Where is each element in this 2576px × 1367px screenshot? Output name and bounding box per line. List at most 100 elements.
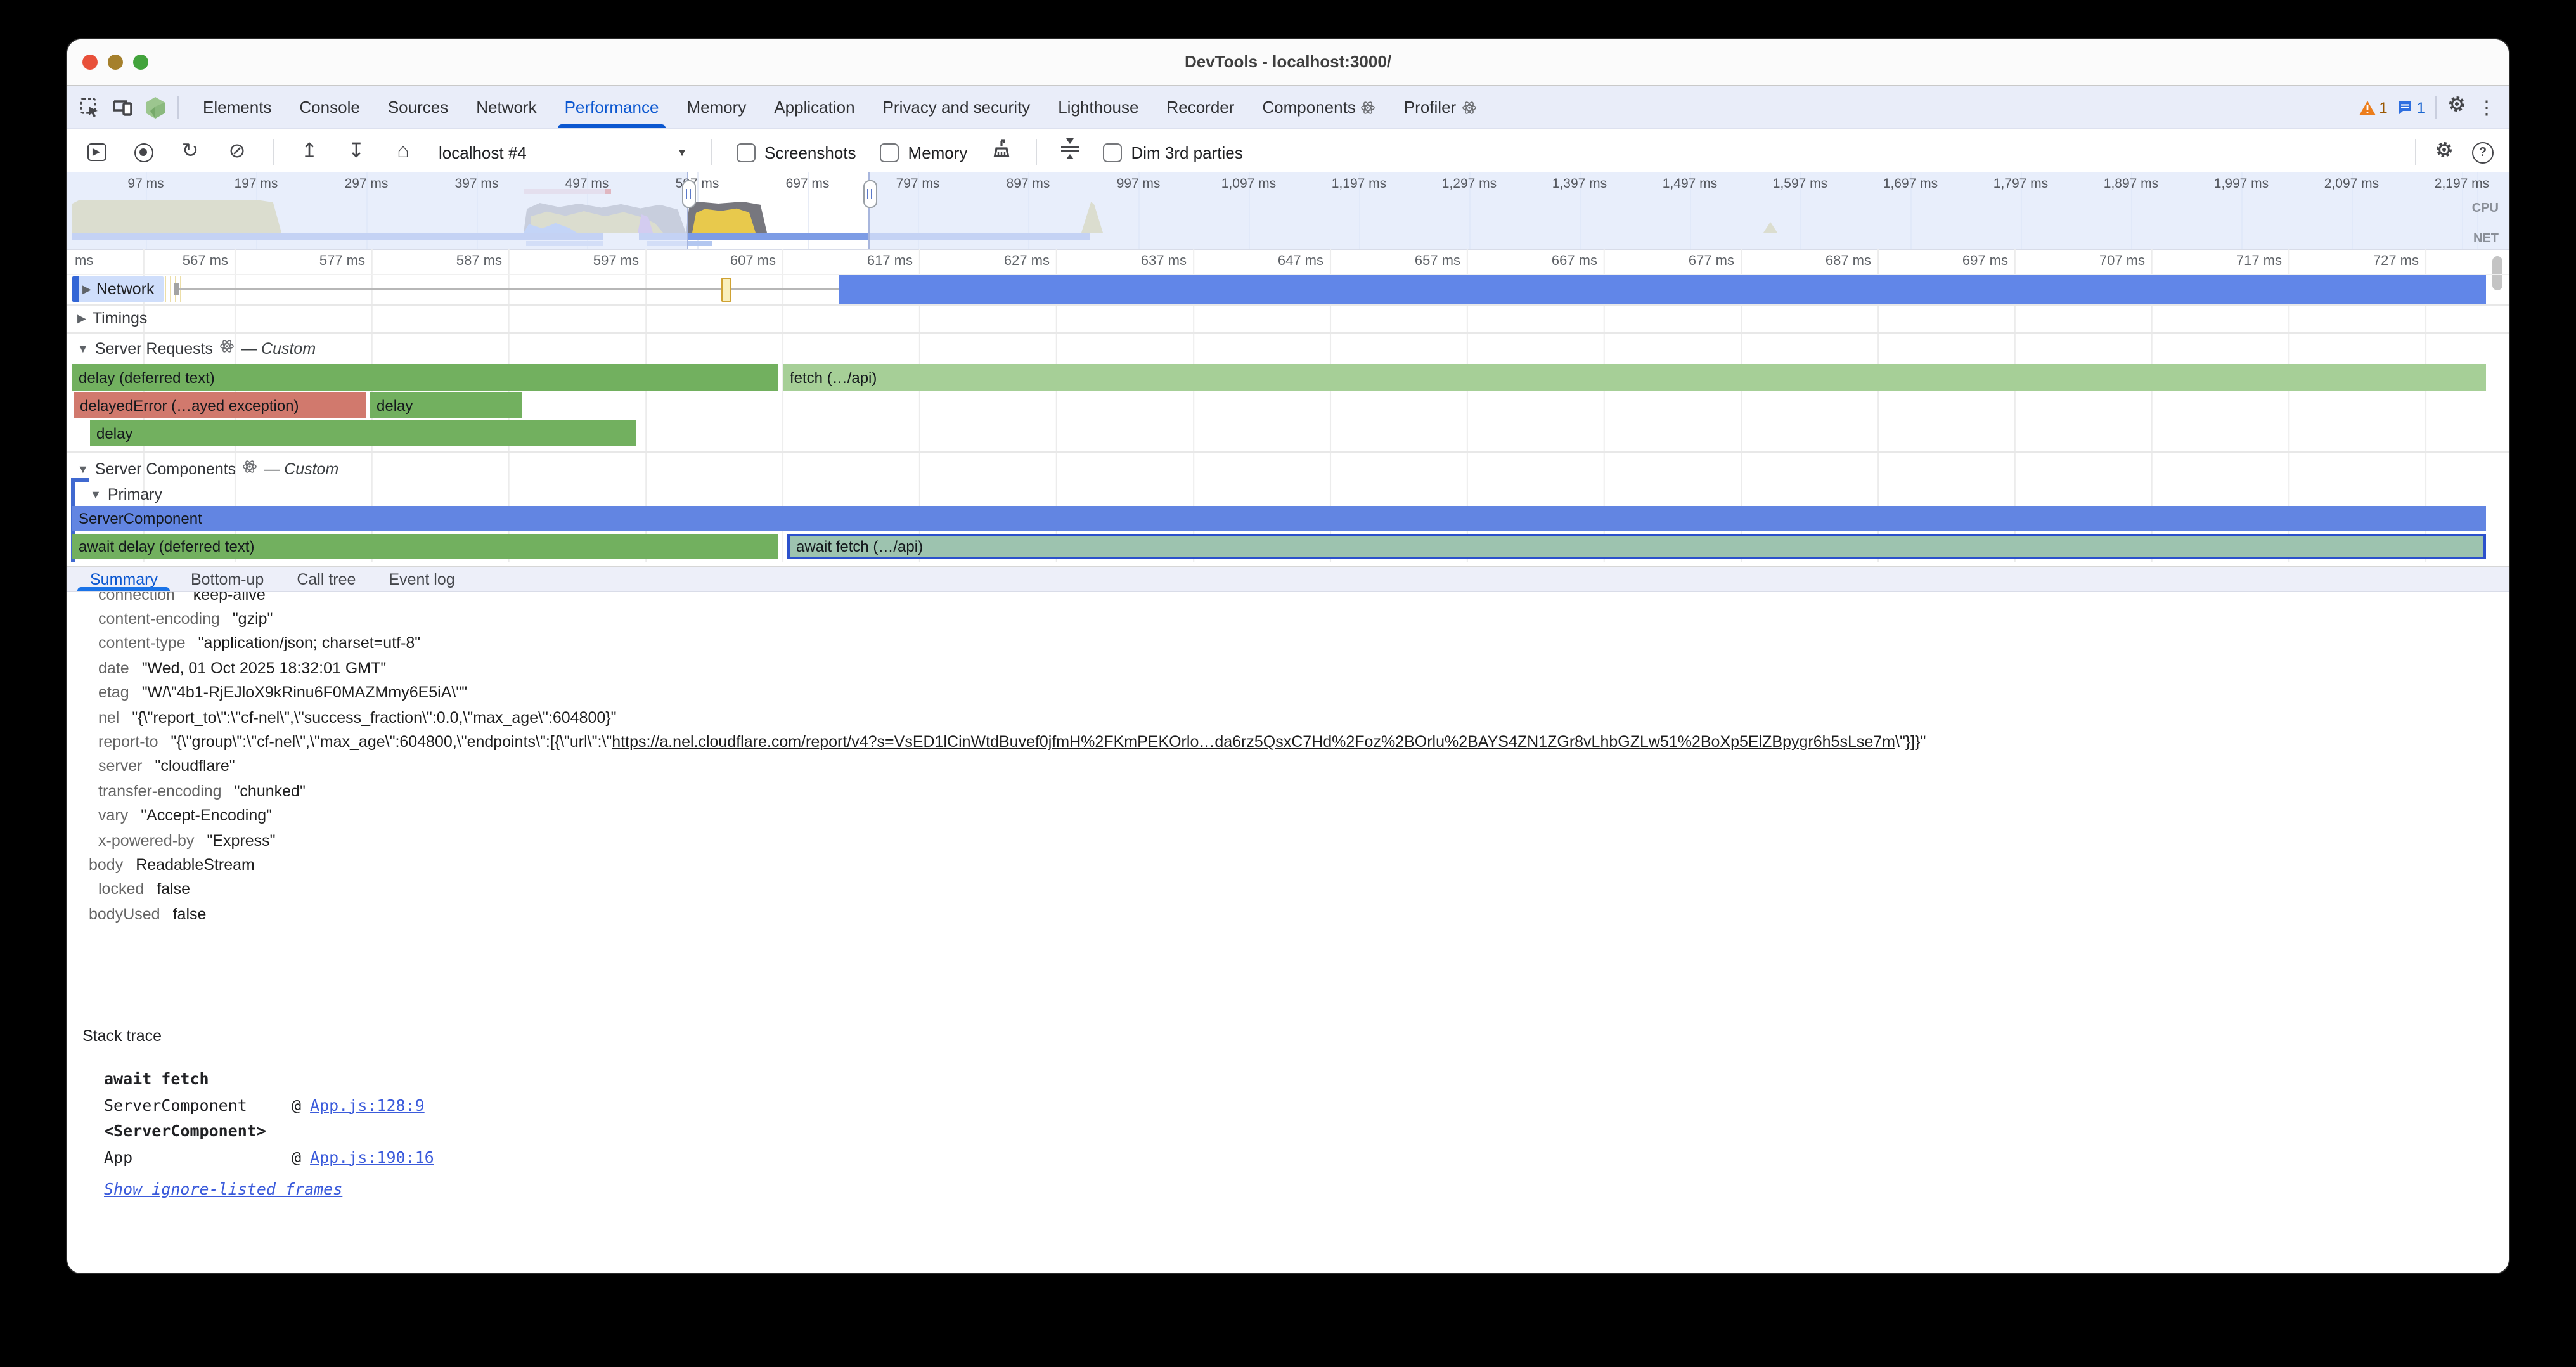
tab-memory[interactable]: Memory (673, 86, 760, 128)
tabbar-divider (2435, 96, 2437, 119)
flame-bar-delayederror-ayed-exception[interactable]: delayedError (…ayed exception) (74, 392, 366, 418)
details-tab-event-log[interactable]: Event log (372, 567, 471, 591)
tabbar-divider (177, 96, 179, 119)
flame-bar-await-delay-deferred-text[interactable]: await delay (deferred text) (72, 534, 778, 559)
timings-track-header[interactable]: ▶ Timings (77, 309, 147, 327)
tab-elements[interactable]: Elements (189, 86, 285, 128)
load-profile-icon[interactable]: ↥ (298, 141, 321, 164)
checkbox-box (880, 143, 899, 162)
details-tab-summary[interactable]: Summary (74, 567, 174, 591)
tab-components[interactable]: Components (1248, 86, 1389, 128)
collect-garbage-icon[interactable] (991, 139, 1012, 165)
overview-tick-label: 1,797 ms (1993, 176, 2048, 191)
tab-application[interactable]: Application (760, 86, 868, 128)
property-row: x-powered-by "Express" (67, 828, 2509, 853)
warning-count: 1 (2379, 98, 2387, 116)
details-tab-bottom-up[interactable]: Bottom-up (174, 567, 280, 591)
ruler-tick-label: 697 ms (1962, 254, 2008, 269)
primary-subtrack-header[interactable]: ▼ Primary (90, 486, 162, 503)
live-metrics-icon[interactable]: ▶ (85, 141, 108, 164)
property-value: "Wed, 01 Oct 2025 18:32:01 GMT" (142, 659, 387, 677)
property-value: "cloudflare" (155, 758, 235, 775)
record-and-reload-icon[interactable]: ↻ (179, 141, 202, 164)
tab-console[interactable]: Console (285, 86, 373, 128)
selection-right-handle[interactable] (863, 180, 877, 208)
server-requests-track-header[interactable]: ▼ Server Requests — Custom (77, 339, 316, 358)
frame-source-link[interactable]: App.js:128:9 (310, 1095, 425, 1114)
network-marker[interactable] (721, 278, 731, 302)
timeline-overview[interactable]: 97 ms197 ms297 ms397 ms497 ms597 ms697 m… (67, 172, 2509, 250)
more-options-kebab-icon[interactable]: ⋮ (2477, 96, 2496, 119)
network-request-bar[interactable] (839, 274, 2486, 304)
frame-source-link[interactable]: App.js:190:16 (310, 1147, 434, 1166)
flame-chart-tracks[interactable]: ▶ Network ▶ Timings ▼ Server Requests (67, 274, 2509, 566)
flame-bar-delay[interactable]: delay (370, 392, 522, 418)
screenshots-checkbox[interactable]: Screenshots (737, 143, 856, 162)
property-name: locked (98, 881, 144, 898)
tab-network[interactable]: Network (462, 86, 550, 128)
flame-bar-servercomponent[interactable]: ServerComponent (72, 506, 2486, 531)
show-ignore-listed-frames-link[interactable]: Show ignore-listed frames (104, 1180, 342, 1199)
custom-suffix: — Custom (264, 460, 338, 477)
help-icon[interactable]: ? (2472, 141, 2494, 163)
server-components-track-header[interactable]: ▼ Server Components — Custom (77, 459, 338, 478)
tab-sources[interactable]: Sources (374, 86, 462, 128)
react-atom-icon (1361, 100, 1376, 115)
frame-function: await fetch (104, 1069, 292, 1088)
details-tab-call-tree[interactable]: Call tree (280, 567, 372, 591)
tab-label: Profiler (1404, 98, 1456, 117)
network-track-header[interactable]: ▶ Network (72, 276, 164, 302)
tab-label: Performance (565, 98, 659, 117)
flame-bar-delay[interactable]: delay (90, 420, 636, 446)
property-row: etag"W/\"4b1-RjEJloX9kRinu6F0MAZMmy6E5iA… (67, 680, 2509, 705)
overview-tick-label: 197 ms (235, 176, 278, 191)
selection-left-handle[interactable] (681, 180, 695, 208)
network-track-label: Network (96, 280, 155, 298)
tab-lighthouse[interactable]: Lighthouse (1044, 86, 1152, 128)
property-value: false (157, 881, 190, 898)
home-icon[interactable]: ⌂ (392, 141, 415, 164)
flame-bar-delay-deferred-text[interactable]: delay (deferred text) (72, 364, 778, 391)
dim-3rd-parties-checkbox[interactable]: Dim 3rd parties (1103, 143, 1242, 162)
devtools-window: DevTools - localhost:3000/ (67, 39, 2509, 1273)
overview-tick-label: 797 ms (896, 176, 940, 191)
capture-settings-gear-icon[interactable] (2434, 139, 2454, 165)
collapsed-triangle-icon: ▶ (77, 311, 86, 325)
frame-at: @ (292, 1147, 301, 1166)
tab-recorder[interactable]: Recorder (1152, 86, 1248, 128)
flame-bar-fetch-api[interactable]: fetch (…/api) (783, 364, 2486, 391)
messages-badge[interactable]: 1 (2398, 98, 2425, 116)
overview-tick-label: 697 ms (786, 176, 830, 191)
property-value: "Express" (207, 831, 275, 849)
memory-checkbox[interactable]: Memory (880, 143, 968, 162)
inspect-element-icon[interactable] (80, 97, 100, 117)
save-profile-icon[interactable]: ↧ (345, 141, 368, 164)
record-button[interactable] (132, 141, 155, 164)
ruler-tick-label: 677 ms (1689, 254, 1734, 269)
warnings-badge[interactable]: 1 (2359, 98, 2387, 116)
tab-privacy-and-security[interactable]: Privacy and security (869, 86, 1045, 128)
window-title: DevTools - localhost:3000/ (67, 52, 2509, 71)
property-value: \"}]}" (1895, 733, 1926, 751)
property-name: content-type (98, 635, 186, 652)
flame-bar-label: await fetch (…/api) (790, 538, 923, 555)
tab-label: Console (299, 98, 359, 117)
overview-tick-label: 1,597 ms (1773, 176, 1827, 191)
clear-icon[interactable]: ⊘ (226, 141, 248, 164)
tab-profiler[interactable]: Profiler (1390, 86, 1490, 128)
device-toolbar-icon[interactable] (112, 98, 133, 117)
collapse-tracks-icon[interactable] (1061, 138, 1079, 166)
nodejs-extension-icon[interactable] (145, 96, 166, 119)
ruler-tick-label: 577 ms (319, 254, 365, 269)
property-name: x-powered-by (98, 831, 194, 849)
tab-performance[interactable]: Performance (551, 86, 673, 128)
profile-history-select[interactable]: localhost #4 ▼ (439, 143, 687, 162)
timings-track-label: Timings (93, 309, 148, 327)
property-row: bodyUsedfalse (67, 902, 2509, 926)
settings-gear-icon[interactable] (2447, 94, 2467, 120)
report-to-url-link[interactable]: https://a.nel.cloudflare.com/report/v4?s… (612, 733, 1895, 751)
flame-bar-await-fetch-api[interactable]: await fetch (…/api) (787, 534, 2486, 559)
cpu-lane-label: CPU (2472, 202, 2499, 216)
response-properties: connection"keep-alive"content-encoding"g… (67, 592, 2509, 926)
flame-bar-label: fetch (…/api) (783, 368, 877, 386)
